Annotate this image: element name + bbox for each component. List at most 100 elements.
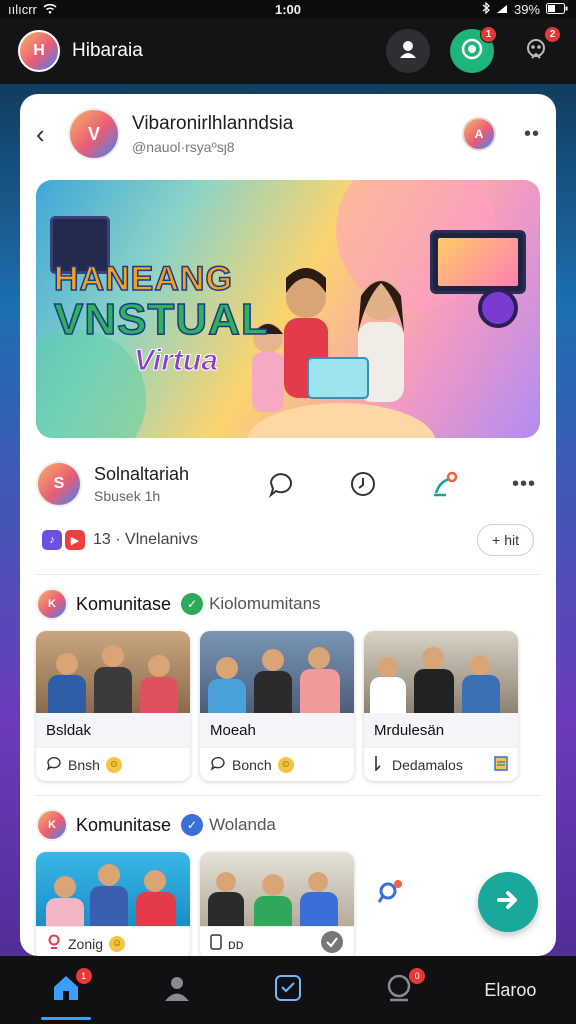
play-reaction-icon[interactable]: ▶ <box>65 530 85 550</box>
arrow-right-icon <box>493 885 523 920</box>
app-title: Hibaraia <box>72 40 143 61</box>
comment-icon[interactable] <box>266 469 296 499</box>
home-badge: 1 <box>75 968 92 984</box>
pin-icon <box>46 934 62 953</box>
banner-title-line3: Virtua <box>134 344 219 377</box>
mini-avatar-initials: A <box>474 127 484 141</box>
community-header: K Komunitase ✓ Kiolomumitans <box>20 583 556 625</box>
tile-footer-text: Bonch <box>232 756 272 773</box>
check-circle-icon[interactable] <box>320 930 344 956</box>
post-card: ‹ V Vibaronirlhlanndsia @nauol·rsyaºsȷ8 … <box>20 94 556 956</box>
phone-icon <box>210 934 222 953</box>
smile-emoji-icon: ☺ <box>105 756 122 773</box>
banner-title-line1: HANEANG <box>53 260 233 298</box>
group-photo <box>200 631 354 713</box>
community-tile[interactable]: Zonig ☺ <box>36 852 190 956</box>
divider <box>36 795 540 796</box>
tile-footer-text: Dedamalos <box>392 756 463 773</box>
bookmark-icon <box>374 755 386 774</box>
hit-button[interactable]: + hit <box>477 524 534 556</box>
nav-messages[interactable]: 0 <box>359 956 439 1024</box>
tablet-illustration <box>430 230 526 294</box>
app-avatar[interactable]: H <box>18 30 60 72</box>
profile-avatar-initials: V <box>87 123 100 144</box>
group-photo <box>36 631 190 713</box>
tile-footer-text: Bnsh <box>68 756 100 773</box>
community-avatar[interactable]: K <box>36 588 68 620</box>
author-avatar[interactable]: S <box>36 461 82 507</box>
community-title[interactable]: Komunitase <box>76 594 171 615</box>
heart-square-icon <box>274 974 302 1007</box>
community-tile[interactable]: Mrdulesän Dedamalos <box>364 631 518 781</box>
tile-label: Bsldak <box>36 713 190 747</box>
notifications-badge: 1 <box>480 26 497 43</box>
more-options-icon[interactable]: •• <box>524 123 540 146</box>
author-avatar-initials: S <box>53 475 65 492</box>
status-time: 1:00 <box>274 1 302 17</box>
nav-more-label: Elaroo <box>484 979 537 1000</box>
hero-banner[interactable]: HANEANG VNSTUAL Virtua <box>36 180 540 438</box>
divider <box>36 574 540 575</box>
nav-more[interactable]: Elaroo <box>470 956 550 1024</box>
calendar-icon <box>494 755 508 774</box>
post-more-icon[interactable]: ••• <box>512 473 536 496</box>
bottom-nav: 1 0 Elaroo <box>0 956 576 1024</box>
community-tiles: Bsldak Bnsh ☺ Moeah Bonch ☺ Mrdulesän De… <box>20 631 556 781</box>
app-avatar-initials: H <box>33 42 45 59</box>
group-photo <box>364 631 518 713</box>
battery-icon <box>546 2 568 17</box>
author-timestamp: Sbusek 1h <box>94 488 161 504</box>
signal-icon <box>496 2 508 17</box>
community-avatar-initials: K <box>48 819 56 831</box>
community-avatar-initials: K <box>48 598 56 610</box>
send-button[interactable] <box>478 872 538 932</box>
wifi-icon <box>43 2 57 17</box>
location-icon[interactable] <box>348 469 378 499</box>
speaker-illustration <box>478 288 518 328</box>
battery-label: 39% <box>513 1 540 17</box>
chat-icon <box>210 755 226 774</box>
alerts-badge: 2 <box>544 26 561 43</box>
community-header: K Komunitase ✓ Wolanda <box>20 804 556 846</box>
notifications-button[interactable]: 1 <box>450 26 497 73</box>
person-badge-icon <box>397 38 419 65</box>
messages-badge: 0 <box>409 968 426 984</box>
community-tiles: Zonig ☺ ᴅᴅ <box>20 852 556 956</box>
plus-icon: + <box>492 532 501 548</box>
smile-emoji-icon: ☺ <box>277 756 294 773</box>
robot-icon <box>523 36 549 67</box>
status-bar: ıılıcrr 1:00 39% <box>0 0 576 18</box>
reaction-count: 13 · Vlnelanivs <box>93 531 198 548</box>
profile-handle: @nauol·rsyaºsȷ8 <box>132 139 235 155</box>
community-tile[interactable]: ᴅᴅ <box>200 852 354 956</box>
nav-profile[interactable] <box>137 956 217 1024</box>
back-icon[interactable]: ‹ <box>36 119 60 150</box>
carrier-label: ıılıcrr <box>8 1 37 17</box>
share-icon[interactable] <box>430 469 460 499</box>
banner-title: HANEANG VNSTUAL Virtua <box>53 260 269 377</box>
target-icon <box>460 37 484 66</box>
community-tile[interactable]: Moeah Bonch ☺ <box>200 631 354 781</box>
reactions-row: ♪ ▶ 13 · Vlnelanivs + hit <box>20 516 556 564</box>
banner-title-line2: VNSTUAL <box>53 295 269 344</box>
profile-badge-button[interactable] <box>386 29 430 73</box>
music-reaction-icon[interactable]: ♪ <box>42 530 62 550</box>
mini-avatar[interactable]: A <box>461 117 496 151</box>
bluetooth-icon <box>482 1 490 17</box>
profile-row: ‹ V Vibaronirlhlanndsia @nauol·rsyaºsȷ8 … <box>20 94 556 174</box>
community-avatar[interactable]: K <box>36 809 68 841</box>
tile-label: Moeah <box>200 713 354 747</box>
profile-avatar[interactable]: V <box>68 108 120 160</box>
author-name[interactable]: Solnaltariah <box>94 464 264 485</box>
community-title[interactable]: Komunitase <box>76 815 171 836</box>
search-badge-icon[interactable] <box>376 876 406 906</box>
alerts-button[interactable]: 2 <box>514 26 561 73</box>
nav-activity[interactable] <box>248 956 328 1024</box>
verified-icon: ✓ <box>181 593 204 615</box>
community-tile[interactable]: Bsldak Bnsh ☺ <box>36 631 190 781</box>
chat-icon <box>46 755 62 774</box>
community-subtitle: Wolanda <box>209 815 276 834</box>
group-photo <box>200 852 354 926</box>
profile-name[interactable]: Vibaronirlhlanndsia <box>132 113 293 135</box>
nav-home[interactable]: 1 <box>26 956 106 1024</box>
